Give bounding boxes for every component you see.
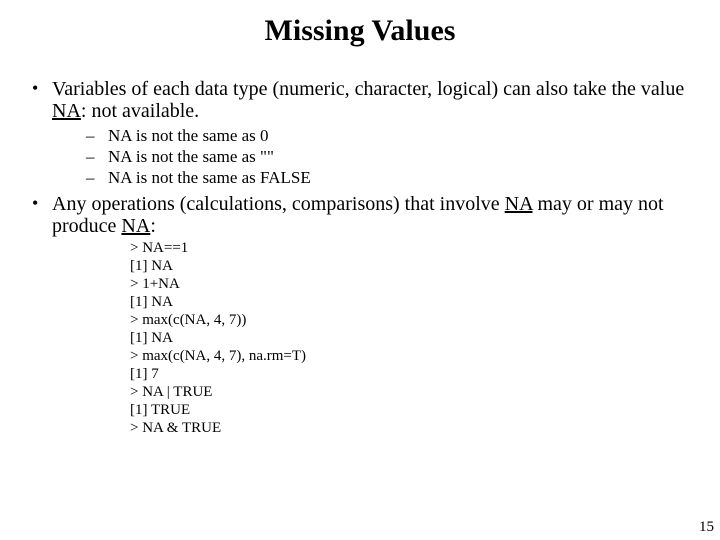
page-number: 15 — [699, 519, 714, 536]
bullet-1: Variables of each data type (numeric, ch… — [28, 78, 692, 189]
code-line: > NA & TRUE — [130, 419, 692, 437]
bullet-1-na: NA — [52, 100, 81, 122]
code-line: > max(c(NA, 4, 7)) — [130, 311, 692, 329]
bullet-2-pre: Any operations (calculations, comparison… — [52, 193, 505, 215]
slide: Missing Values Variables of each data ty… — [0, 0, 720, 540]
bullet-2-post: : — [150, 215, 156, 237]
bullet-1-sub-1: NA is not the same as "" — [86, 146, 692, 167]
bullet-1-sub-0: NA is not the same as 0 — [86, 125, 692, 146]
bullet-1-pre: Variables of each data type (numeric, ch… — [52, 78, 684, 100]
code-line: [1] TRUE — [130, 401, 692, 419]
slide-title: Missing Values — [28, 14, 692, 48]
code-line: > max(c(NA, 4, 7), na.rm=T) — [130, 347, 692, 365]
bullet-1-sub-2: NA is not the same as FALSE — [86, 167, 692, 188]
bullet-1-post: : not available. — [81, 100, 199, 122]
code-line: > 1+NA — [130, 275, 692, 293]
code-line: > NA==1 — [130, 239, 692, 257]
code-line: [1] NA — [130, 329, 692, 347]
bullet-2: Any operations (calculations, comparison… — [28, 193, 692, 438]
bullet-1-sublist: NA is not the same as 0 NA is not the sa… — [52, 125, 692, 189]
bullet-2-na2: NA — [121, 215, 150, 237]
code-block: > NA==1 [1] NA > 1+NA [1] NA > max(c(NA,… — [130, 239, 692, 437]
code-line: [1] 7 — [130, 365, 692, 383]
bullet-2-na1: NA — [505, 193, 533, 215]
code-line: > NA | TRUE — [130, 383, 692, 401]
code-line: [1] NA — [130, 293, 692, 311]
code-line: [1] NA — [130, 257, 692, 275]
bullet-list: Variables of each data type (numeric, ch… — [28, 78, 692, 437]
